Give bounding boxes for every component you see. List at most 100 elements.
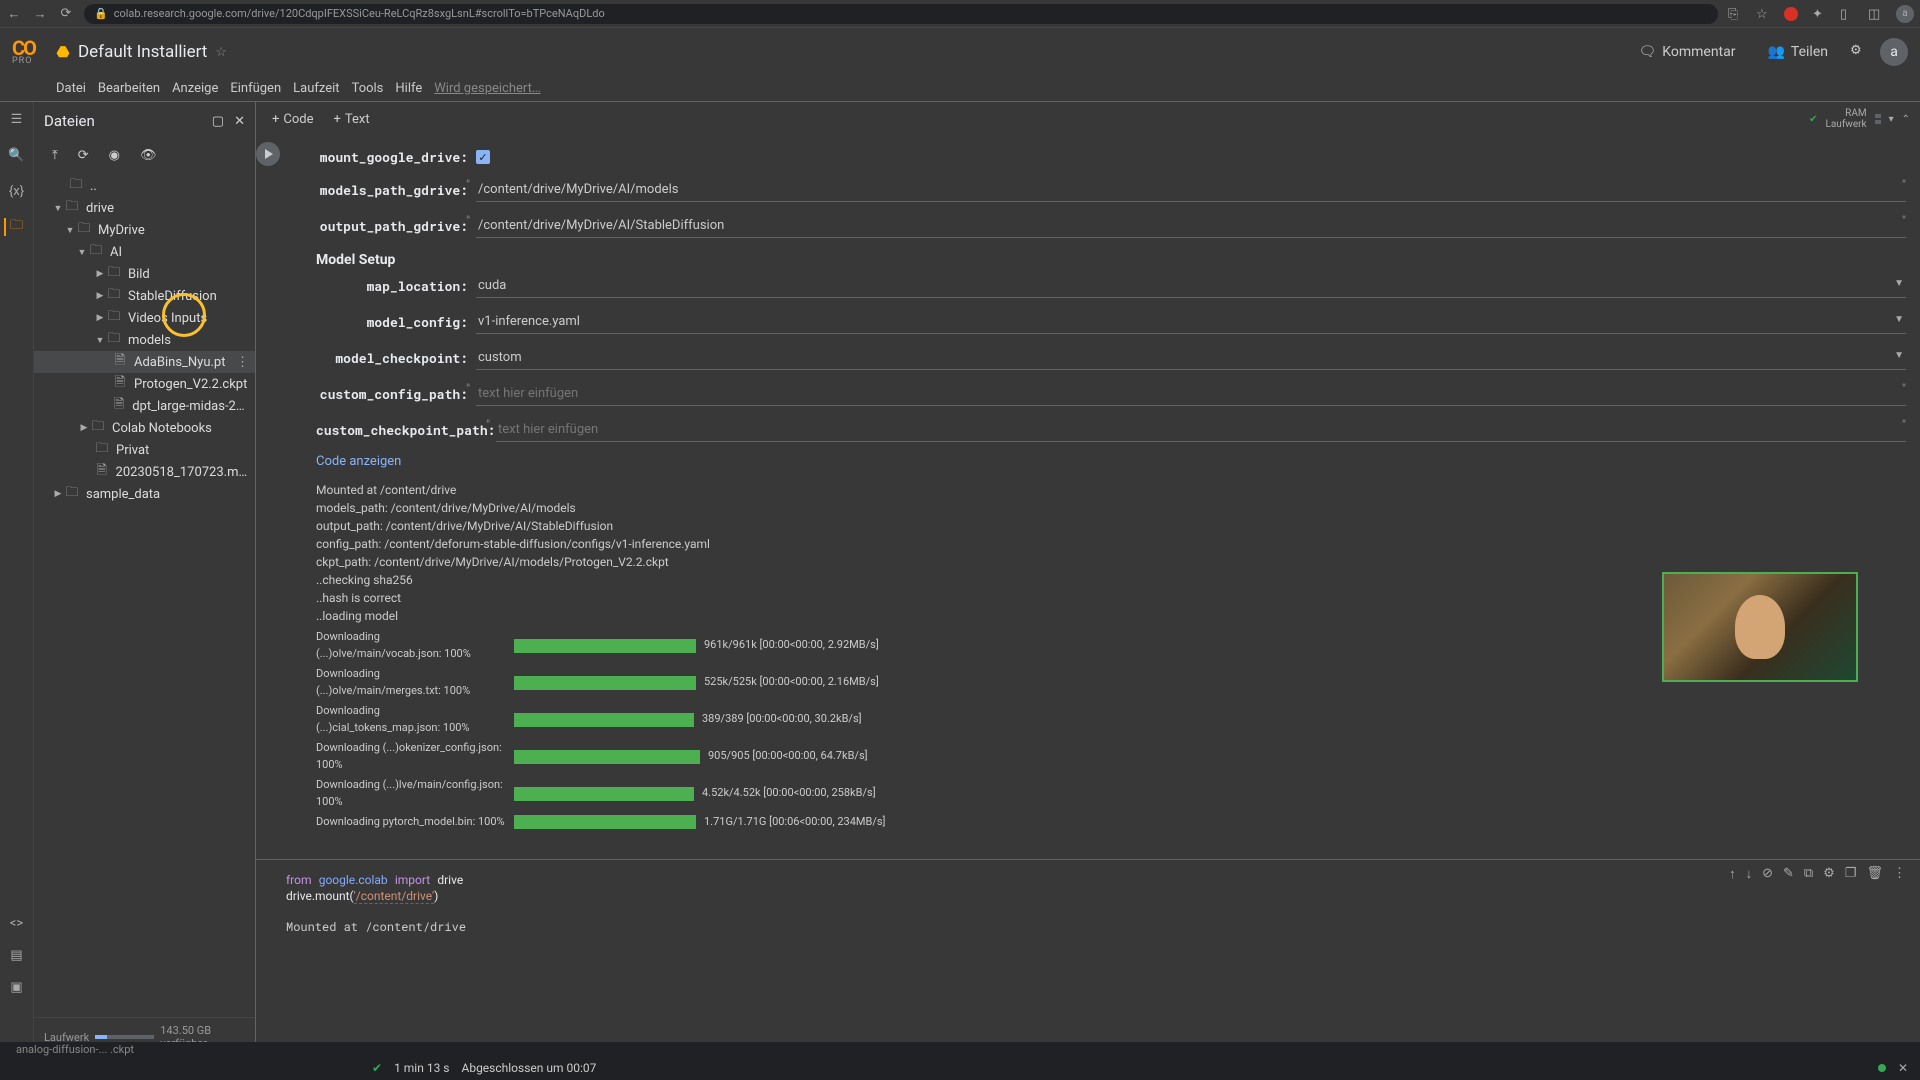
add-text-button[interactable]: +Text bbox=[328, 110, 376, 129]
install-icon[interactable]: ⎘ bbox=[1728, 7, 1742, 21]
panel-title: Dateien bbox=[44, 112, 95, 130]
copy-icon[interactable]: ❐ bbox=[1845, 866, 1857, 882]
tree-videos-inputs[interactable]: ▶🗀Videos Inputs bbox=[34, 307, 255, 329]
tree-mydrive[interactable]: ▼🗀MyDrive bbox=[34, 219, 255, 241]
save-status: Wird gespeichert… bbox=[434, 81, 540, 96]
custom-config-input[interactable] bbox=[476, 382, 1906, 406]
code-line-2[interactable]: drive.mount('/content/drive') bbox=[286, 888, 1920, 904]
edit-icon[interactable]: ✎ bbox=[1783, 866, 1794, 882]
more-cell-icon[interactable]: ⋮ bbox=[1893, 866, 1906, 882]
code-line-1[interactable]: from google.colab import drive bbox=[286, 872, 1920, 888]
terminal-icon[interactable]: ▣ bbox=[8, 978, 26, 996]
url-bar[interactable]: 🔒 colab.research.google.com/drive/120Cdq… bbox=[84, 4, 1718, 24]
forward-icon[interactable]: → bbox=[32, 6, 48, 22]
collapse-icon[interactable]: ⌃ bbox=[1902, 114, 1910, 125]
share-button[interactable]: 👥 Teilen bbox=[1757, 38, 1838, 66]
menu-bearbeiten[interactable]: Bearbeiten bbox=[98, 81, 160, 96]
profile-icon[interactable]: a bbox=[1896, 5, 1914, 23]
add-code-button[interactable]: +Code bbox=[266, 110, 320, 129]
back-icon[interactable]: ← bbox=[6, 6, 22, 22]
tree-models[interactable]: ▼🗀models bbox=[34, 329, 255, 351]
tree-root-up[interactable]: 🗀.. bbox=[34, 175, 255, 197]
tree-file-protogen[interactable]: 🗎Protogen_V2.2.ckpt bbox=[34, 373, 255, 395]
download-item[interactable]: analog-diffusion-... .ckpt bbox=[16, 1043, 134, 1056]
download-row: Downloading (...)okenizer_config.json: 1… bbox=[316, 740, 1920, 773]
models-path-input[interactable] bbox=[476, 178, 1906, 202]
chevron-down-icon[interactable]: ▾ bbox=[1889, 114, 1894, 125]
file-tree: 🗀.. ▼🗀drive ▼🗀MyDrive ▼🗀AI ▶🗀Bild ▶🗀Stab… bbox=[34, 171, 255, 1017]
move-down-icon[interactable]: ↓ bbox=[1746, 866, 1753, 882]
extension-red-icon[interactable] bbox=[1784, 7, 1798, 21]
files-icon[interactable]: 🗀 bbox=[4, 218, 22, 236]
output-path-input[interactable] bbox=[476, 214, 1906, 238]
code-cell: ↑ ↓ ⊘ ✎ ⧉ ⚙ ❐ 🗑 ⋮ 1m from google.colab i… bbox=[256, 859, 1920, 936]
move-up-icon[interactable]: ↑ bbox=[1729, 866, 1736, 882]
menu-laufzeit[interactable]: Laufzeit bbox=[293, 81, 339, 96]
tree-file-dpt[interactable]: 🗎dpt_large-midas-2f21… bbox=[34, 395, 255, 417]
split-icon[interactable]: ◫ bbox=[1868, 7, 1882, 21]
cell-toolbar: ↑ ↓ ⊘ ✎ ⧉ ⚙ ❐ 🗑 ⋮ bbox=[1729, 866, 1906, 882]
upload-icon[interactable]: ⤒ bbox=[52, 148, 58, 163]
status-time: 1 min 13 s bbox=[394, 1061, 449, 1075]
search-icon[interactable]: 🔍 bbox=[8, 146, 26, 164]
tree-ai[interactable]: ▼🗀AI bbox=[34, 241, 255, 263]
puzzle-icon[interactable]: ✦ bbox=[1812, 7, 1826, 21]
toc-icon[interactable]: ☰ bbox=[8, 110, 26, 128]
avatar[interactable]: a bbox=[1880, 38, 1908, 66]
tree-bild[interactable]: ▶🗀Bild bbox=[34, 263, 255, 285]
model-setup-heading: Model Setup bbox=[316, 252, 1920, 268]
code-output: Mounted at /content/drive bbox=[286, 918, 1920, 936]
notebook-toolbar: +Code +Text ✔ RAM Laufwerk ▾ ⌃ bbox=[256, 102, 1920, 136]
colab-logo[interactable]: CO PRO bbox=[12, 36, 44, 68]
tree-colab-notebooks[interactable]: ▶🗀Colab Notebooks bbox=[34, 417, 255, 439]
reload-icon[interactable]: ⟳ bbox=[58, 6, 74, 21]
command-palette-icon[interactable]: ▤ bbox=[8, 946, 26, 964]
label-output-path: output_path_gdrive: bbox=[316, 217, 476, 235]
mount-drive-icon[interactable]: ◉ bbox=[109, 148, 120, 163]
tree-file-adabins[interactable]: 🗎AdaBins_Nyu.pt⋮ bbox=[34, 351, 255, 373]
delete-icon[interactable]: 🗑 bbox=[1866, 866, 1883, 882]
tree-file-video[interactable]: 🗎20230518_170723.mp4 bbox=[34, 461, 255, 483]
panel-icon[interactable]: ▯ bbox=[1840, 7, 1854, 21]
new-window-icon[interactable]: ▢ bbox=[212, 114, 224, 129]
file-panel: Dateien ▢ ✕ ⤒ ⟳ ◉ 👁 🗀.. ▼🗀drive ▼🗀MyDriv… bbox=[34, 102, 256, 1056]
link-icon[interactable]: ⊘ bbox=[1762, 866, 1773, 882]
status-close-icon[interactable]: ✕ bbox=[1898, 1061, 1908, 1075]
label-model-checkpoint: model_checkpoint: bbox=[316, 349, 476, 367]
more-icon[interactable]: ⋮ bbox=[236, 355, 249, 370]
variables-icon[interactable]: {x} bbox=[8, 182, 26, 200]
star-icon[interactable]: ☆ bbox=[1756, 7, 1770, 21]
menu-anzeige[interactable]: Anzeige bbox=[172, 81, 218, 96]
model-checkpoint-select[interactable]: custom▼ bbox=[476, 346, 1906, 370]
run-cell-button[interactable] bbox=[256, 142, 280, 166]
menu-einfuegen[interactable]: Einfügen bbox=[230, 81, 281, 96]
gear-icon[interactable]: ⚙ bbox=[1850, 43, 1868, 61]
model-config-select[interactable]: v1-inference.yaml▼ bbox=[476, 310, 1906, 334]
notebook-title[interactable]: Default Installiert bbox=[78, 42, 207, 62]
mount-checkbox[interactable]: ✓ bbox=[476, 150, 490, 164]
tree-sample-data[interactable]: ▶🗀sample_data bbox=[34, 483, 255, 505]
lock-icon: 🔒 bbox=[94, 7, 108, 20]
download-row: Downloading (...)cial_tokens_map.json: 1… bbox=[316, 703, 1920, 736]
url-text: colab.research.google.com/drive/120CdqpI… bbox=[114, 7, 605, 20]
menu-datei[interactable]: Datei bbox=[56, 81, 86, 96]
label-custom-checkpoint: custom_checkpoint_path: bbox=[316, 421, 496, 439]
tree-drive[interactable]: ▼🗀drive bbox=[34, 197, 255, 219]
favorite-star-icon[interactable]: ☆ bbox=[215, 45, 227, 60]
map-location-select[interactable]: cuda▼ bbox=[476, 274, 1906, 298]
hide-icon[interactable]: 👁 bbox=[140, 148, 157, 163]
close-panel-icon[interactable]: ✕ bbox=[234, 114, 245, 129]
show-code-link[interactable]: Code anzeigen bbox=[316, 454, 1920, 469]
tree-privat[interactable]: 🗀Privat bbox=[34, 439, 255, 461]
menu-tools[interactable]: Tools bbox=[352, 81, 384, 96]
gear-cell-icon[interactable]: ⚙ bbox=[1823, 866, 1835, 882]
notebook-area[interactable]: +Code +Text ✔ RAM Laufwerk ▾ ⌃ mount_goo… bbox=[256, 102, 1920, 1056]
menu-hilfe[interactable]: Hilfe bbox=[395, 81, 422, 96]
comment-button[interactable]: 🗨 Kommentar bbox=[1628, 38, 1745, 66]
tree-stablediffusion[interactable]: ▶🗀StableDiffusion bbox=[34, 285, 255, 307]
mirror-icon[interactable]: ⧉ bbox=[1804, 866, 1813, 882]
code-snippets-icon[interactable]: <> bbox=[8, 914, 26, 932]
refresh-icon[interactable]: ⟳ bbox=[78, 148, 89, 163]
custom-checkpoint-input[interactable] bbox=[496, 418, 1906, 442]
runtime-status[interactable]: ✔ RAM Laufwerk ▾ ⌃ bbox=[1809, 108, 1910, 130]
